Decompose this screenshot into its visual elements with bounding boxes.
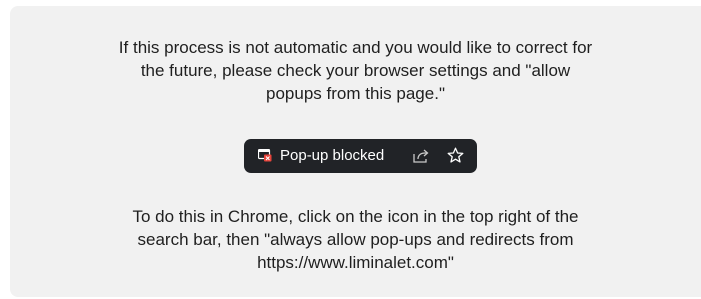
instructions-line: the future, please check your browser se…	[140, 61, 571, 80]
popup-blocked-chip: Pop-up blocked	[244, 139, 477, 173]
bookmark-star-icon	[447, 147, 464, 163]
instructions-line: popups from this page."	[266, 84, 445, 103]
instructions-line: search bar, then "always allow pop-ups a…	[137, 230, 574, 249]
share-icon	[413, 149, 429, 163]
instructions-text-top: If this process is not automatic and you…	[10, 36, 701, 105]
popup-blocked-icon	[258, 149, 272, 162]
instructions-panel: If this process is not automatic and you…	[10, 6, 701, 297]
instructions-line: https://www.liminalet.com"	[257, 253, 454, 272]
instructions-line: If this process is not automatic and you…	[118, 38, 593, 57]
popup-blocked-label: Pop-up blocked	[280, 147, 385, 164]
instructions-text-bottom: To do this in Chrome, click on the icon …	[10, 205, 701, 274]
instructions-line: To do this in Chrome, click on the icon …	[132, 207, 579, 226]
